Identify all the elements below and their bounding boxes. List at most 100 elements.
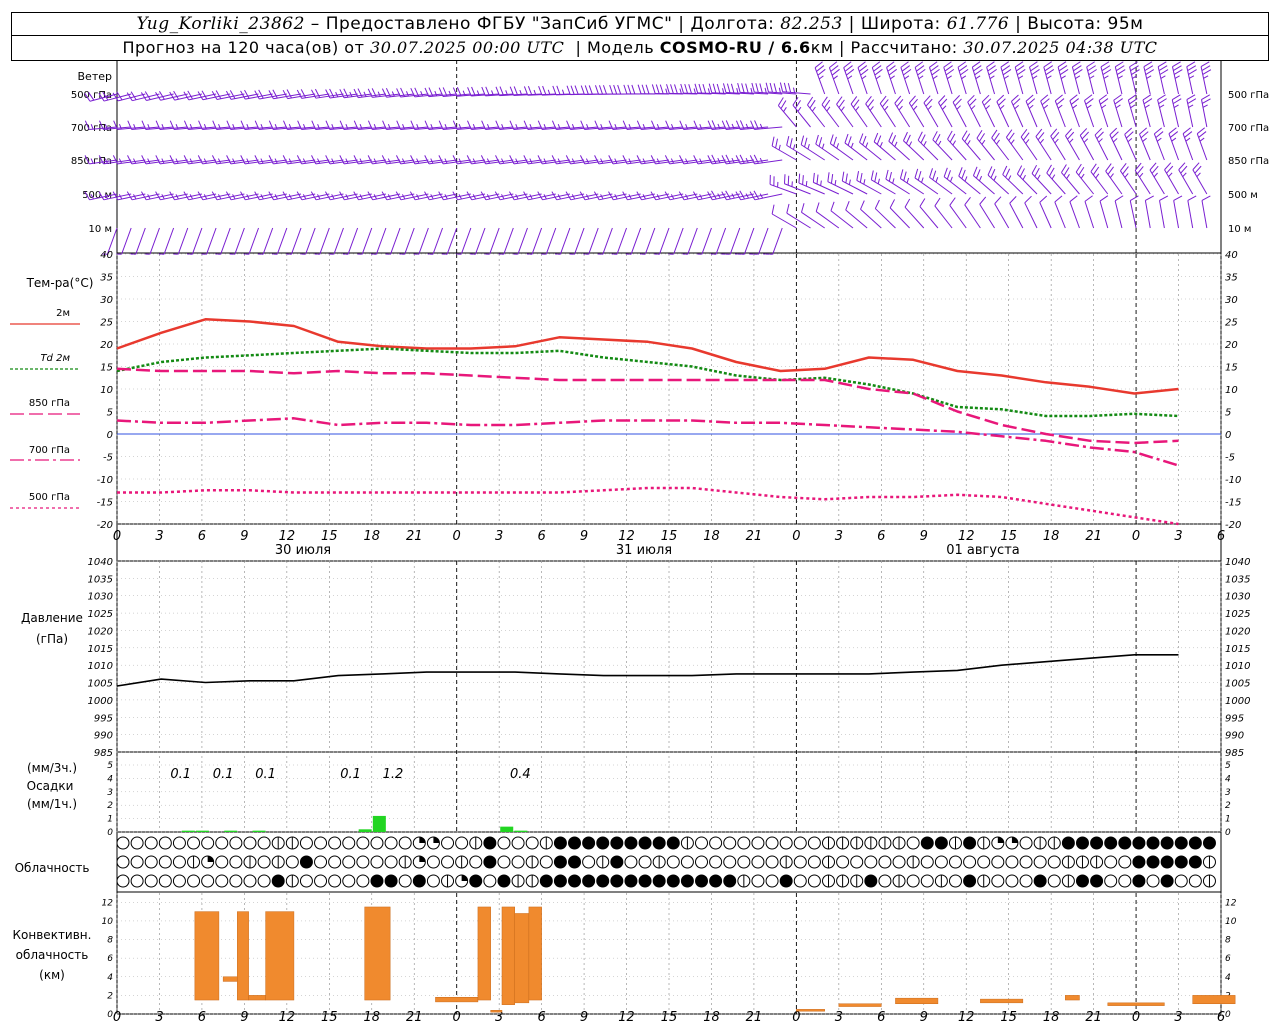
wind-barb [427, 227, 444, 255]
barb-staff [1139, 133, 1151, 161]
prec-ytick: 3 [107, 788, 113, 798]
barb-feather [1085, 98, 1094, 105]
barb-feather [1159, 69, 1169, 75]
wind-barb [749, 190, 783, 201]
barb-half-feather [1032, 75, 1038, 80]
cloud-full [568, 875, 581, 887]
barb-feather [1172, 61, 1181, 68]
barb-feather [1172, 98, 1182, 105]
barb-feather [838, 99, 845, 108]
barb-feather [885, 169, 889, 180]
wind-barb [1124, 127, 1137, 161]
cloud-full [1062, 837, 1075, 849]
cloud-full [921, 837, 934, 849]
wind-barb [994, 196, 1010, 229]
barb-feather [929, 168, 933, 178]
cloud-symbol [1075, 836, 1089, 850]
barb-staff [836, 104, 854, 128]
barb-half-feather [1144, 104, 1150, 109]
wind-barb [1075, 163, 1095, 195]
cloud-circle [243, 836, 257, 850]
cloud-full [1203, 837, 1216, 849]
cloud-circle [483, 874, 497, 888]
barb-staff [163, 227, 175, 255]
cloud-circle [356, 874, 370, 888]
temp-series-line [116, 318, 1179, 395]
cloud-symbol [158, 836, 172, 850]
wind-barb [720, 227, 741, 255]
wind-barb [1105, 163, 1123, 195]
cloud-circle [441, 855, 455, 869]
cloud-circle [666, 855, 680, 869]
cloud-full [554, 837, 567, 849]
barb-staff [602, 227, 613, 255]
cloud-full [1147, 837, 1160, 849]
barb-feather [1145, 195, 1154, 201]
barb-feather [1170, 131, 1179, 138]
barb-feather [960, 68, 969, 76]
cloud-symbol [229, 836, 243, 850]
temp-ytick: 25 [100, 318, 113, 329]
conv-bar [838, 1003, 882, 1007]
wind-barb [779, 82, 811, 95]
wind-barb [903, 131, 925, 161]
hour-label-bottom: 0 [1132, 1010, 1140, 1024]
precip-3h-label: 0.1 [255, 767, 276, 782]
cloud-symbol [116, 874, 130, 888]
barb-half-feather [1054, 138, 1059, 144]
barb-half-feather [879, 142, 883, 148]
barb-feather [1059, 69, 1069, 76]
barb-staff [248, 227, 260, 255]
cloud-symbol [144, 836, 158, 850]
cloud-symbol [695, 874, 709, 888]
pres-ytick-right: 990 [1225, 731, 1244, 742]
wind-barb [1099, 195, 1109, 229]
barb-feather [1182, 127, 1191, 135]
barb-feather [613, 84, 618, 95]
cloud-circle [370, 836, 384, 850]
barb-half-feather [1174, 75, 1180, 79]
conv-bar [237, 911, 249, 1001]
barb-feather [901, 65, 911, 72]
cloud-symbol [1160, 874, 1174, 888]
temp-ytick-right: 25 [1225, 318, 1238, 329]
cloud-symbol [525, 836, 539, 850]
temp-ytick-right: 30 [1225, 295, 1238, 306]
barb-staff [771, 213, 797, 229]
cloud-circle [144, 874, 158, 888]
barb-feather [888, 132, 894, 142]
barb-feather [725, 190, 731, 200]
barb-feather [508, 191, 515, 201]
barb-staff [1031, 173, 1052, 195]
cloud-symbol [1132, 874, 1146, 888]
barb-feather [229, 90, 236, 99]
barb-half-feather [840, 106, 845, 112]
barb-staff [220, 227, 231, 255]
wind-level-label-right: 500 м [1228, 190, 1258, 201]
cloud-circle [695, 836, 709, 850]
barb-half-feather [952, 140, 956, 146]
barb-feather [812, 172, 815, 183]
cloud-symbol [892, 836, 906, 850]
cloud-circle [441, 836, 455, 850]
barb-half-feather [736, 87, 739, 94]
cloud-symbol [624, 874, 638, 888]
barb-staff [967, 101, 981, 128]
prec-ytick-right: 0 [1225, 828, 1231, 838]
cloud-circle [765, 855, 779, 869]
wind-barb [967, 94, 981, 128]
barb-half-feather [892, 178, 895, 184]
hour-label-bottom: 9 [240, 1010, 248, 1024]
cloud-circle [807, 874, 821, 888]
barb-staff [1039, 202, 1052, 229]
hour-label-bottom: 6 [537, 1010, 545, 1024]
cloud-symbol [638, 855, 652, 869]
barb-staff [792, 104, 811, 128]
cloud-circle [751, 836, 765, 850]
cloud-circle [1047, 874, 1061, 888]
barb-half-feather [722, 88, 725, 94]
barb-half-feather [847, 75, 853, 80]
wind-barb [894, 95, 911, 128]
barb-feather [769, 82, 773, 93]
hour-label: 0 [113, 529, 121, 544]
